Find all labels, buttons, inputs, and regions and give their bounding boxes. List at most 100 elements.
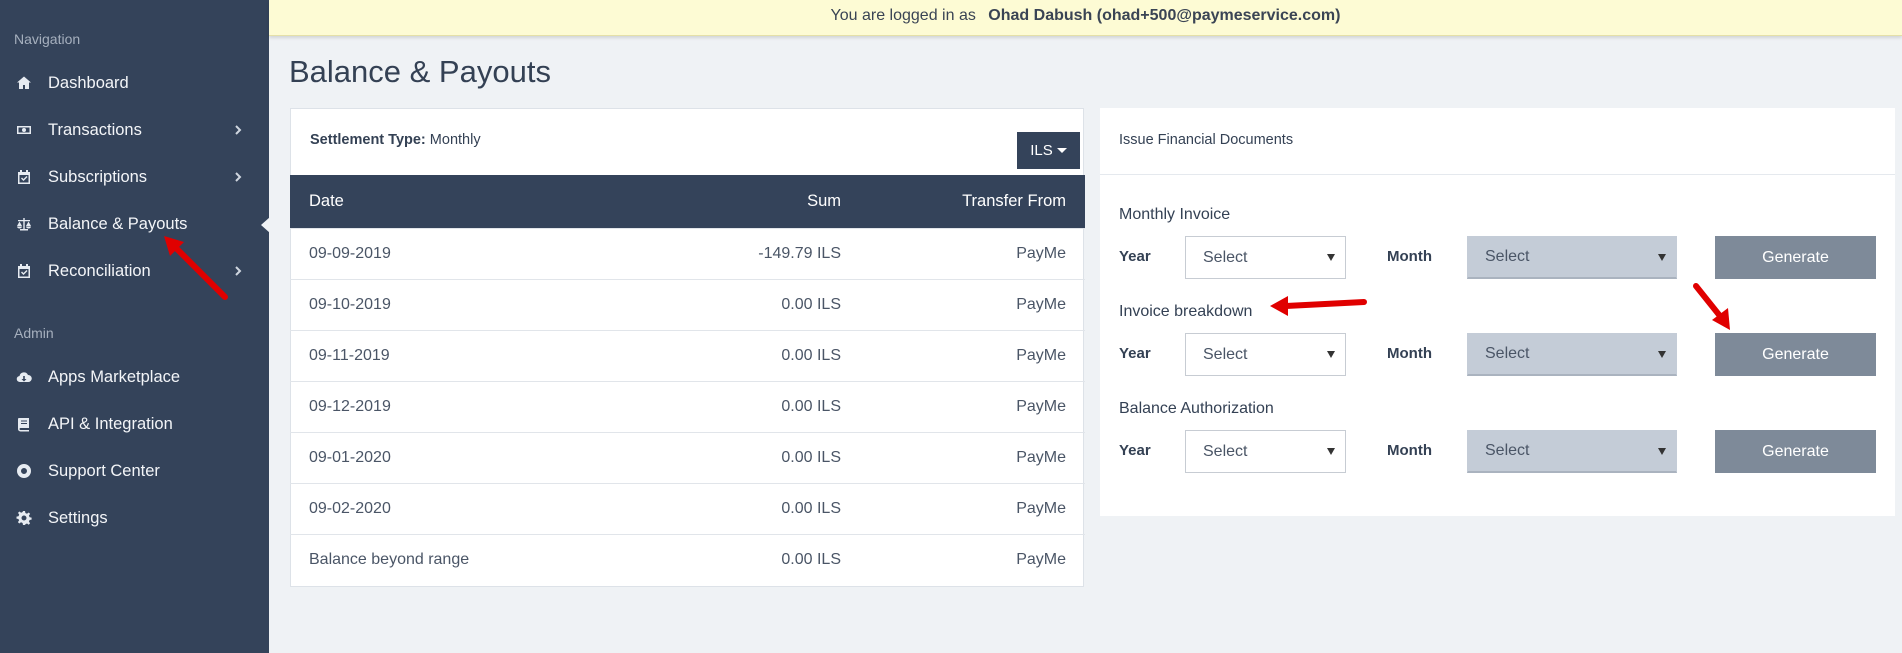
select-value: Select (1203, 442, 1248, 460)
monthly-invoice-generate-button[interactable]: Generate (1715, 236, 1876, 279)
active-indicator (261, 217, 270, 233)
cell-sum: 0.00 ILS (620, 482, 860, 534)
cell-transfer-from: PayMe (860, 227, 1085, 279)
section-title-balance-authorization: Balance Authorization (1119, 400, 1274, 417)
balance-authorization-month-select[interactable]: Select (1467, 430, 1677, 473)
table-row: 09-02-2020 0.00 ILS PayMe (290, 482, 1085, 534)
cloud-download-icon (15, 368, 33, 386)
table-header-row: Date Sum Transfer From (290, 175, 1085, 228)
table-row: 09-09-2019 -149.79 ILS PayMe (290, 227, 1085, 279)
chevron-right-icon (231, 264, 245, 278)
monthly-invoice-year-select[interactable]: Select (1185, 236, 1346, 279)
settlement-type: Settlement Type: Monthly (310, 132, 481, 148)
invoice-breakdown-generate-button[interactable]: Generate (1715, 333, 1876, 376)
balance-panel: Settlement Type: Monthly ILS Date Sum Tr… (290, 108, 1085, 587)
invoice-breakdown-month-select[interactable]: Select (1467, 333, 1677, 376)
book-icon (15, 415, 33, 433)
scale-icon (15, 215, 33, 233)
monthly-invoice-month-select[interactable]: Select (1467, 236, 1677, 279)
year-label: Year (1119, 248, 1151, 265)
sidebar-item-label: API & Integration (48, 414, 173, 433)
balance-authorization-generate-button[interactable]: Generate (1715, 430, 1876, 473)
sidebar-item-subscriptions[interactable]: Subscriptions (0, 155, 269, 199)
cell-date: 09-12-2019 (290, 380, 620, 432)
month-label: Month (1387, 442, 1432, 459)
year-label: Year (1119, 442, 1151, 459)
dropdown-arrow-icon (1327, 254, 1335, 261)
invoice-breakdown-year-select[interactable]: Select (1185, 333, 1346, 376)
select-value: Select (1203, 345, 1248, 363)
sidebar-item-label: Dashboard (48, 73, 129, 92)
page-title: Balance & Payouts (289, 54, 551, 89)
login-banner: You are logged in as Ohad Dabush (ohad+5… (269, 0, 1902, 36)
cell-sum: 0.00 ILS (620, 278, 860, 330)
cell-date: 09-10-2019 (290, 278, 620, 330)
select-value: Select (1485, 248, 1530, 265)
balance-table: Date Sum Transfer From 09-09-2019 -149.79… (290, 175, 1085, 585)
table-row: 09-11-2019 0.00 ILS PayMe (290, 329, 1085, 381)
cell-transfer-from: PayMe (860, 278, 1085, 330)
logged-in-user: Ohad Dabush (ohad+500@paymeservice.com) (988, 7, 1341, 24)
sidebar: Navigation Dashboard Transactions Subscr… (0, 0, 270, 653)
table-row: 09-01-2020 0.00 ILS PayMe (290, 431, 1085, 483)
sidebar-item-api-integration[interactable]: API & Integration (0, 402, 269, 446)
sidebar-item-label: Settings (48, 508, 108, 527)
settlement-type-value: Monthly (429, 132, 481, 148)
month-label: Month (1387, 345, 1432, 362)
financial-documents-panel: Issue Financial Documents Monthly Invoic… (1100, 108, 1895, 516)
cell-date: 09-02-2020 (290, 482, 620, 534)
cell-date: 09-11-2019 (290, 329, 620, 381)
admin-heading: Admin (14, 325, 54, 341)
chevron-right-icon (231, 170, 245, 184)
sidebar-item-dashboard[interactable]: Dashboard (0, 61, 269, 105)
table-row: 09-10-2019 0.00 ILS PayMe (290, 278, 1085, 330)
sidebar-item-settings[interactable]: Settings (0, 496, 269, 540)
dropdown-arrow-icon (1658, 254, 1666, 261)
select-value: Select (1485, 345, 1530, 362)
sidebar-item-transactions[interactable]: Transactions (0, 108, 269, 152)
dropdown-arrow-icon (1658, 448, 1666, 455)
sidebar-item-reconciliation[interactable]: Reconciliation (0, 249, 269, 293)
cell-sum: 0.00 ILS (620, 380, 860, 432)
sidebar-item-support-center[interactable]: Support Center (0, 449, 269, 493)
year-label: Year (1119, 345, 1151, 362)
column-header-date[interactable]: Date (290, 175, 620, 228)
cell-sum: 0.00 ILS (620, 329, 860, 381)
section-title-invoice-breakdown: Invoice breakdown (1119, 303, 1253, 320)
table-row: Balance beyond range 0.00 ILS PayMe (290, 533, 1085, 585)
sidebar-item-label: Reconciliation (48, 261, 151, 280)
cell-transfer-from: PayMe (860, 329, 1085, 381)
cell-sum: -149.79 ILS (620, 227, 860, 279)
sidebar-item-apps-marketplace[interactable]: Apps Marketplace (0, 355, 269, 399)
cell-sum: 0.00 ILS (620, 533, 860, 585)
nav-heading: Navigation (14, 31, 81, 47)
chevron-right-icon (231, 123, 245, 137)
column-header-transfer-from[interactable]: Transfer From (860, 175, 1085, 228)
sidebar-item-balance-payouts[interactable]: Balance & Payouts (0, 202, 269, 246)
currency-dropdown-button[interactable]: ILS (1017, 132, 1080, 169)
sidebar-item-label: Subscriptions (48, 167, 148, 186)
dropdown-arrow-icon (1327, 448, 1335, 455)
cell-date: 09-09-2019 (290, 227, 620, 279)
settlement-type-label: Settlement Type: (310, 132, 426, 148)
login-banner-prefix: You are logged in as (830, 7, 976, 24)
balance-authorization-year-select[interactable]: Select (1185, 430, 1346, 473)
select-value: Select (1485, 442, 1530, 459)
lifebuoy-icon (15, 462, 33, 480)
section-title-monthly-invoice: Monthly Invoice (1119, 206, 1231, 223)
cell-date: 09-01-2020 (290, 431, 620, 483)
sidebar-item-label: Transactions (48, 120, 142, 139)
cell-transfer-from: PayMe (860, 380, 1085, 432)
cell-sum: 0.00 ILS (620, 431, 860, 483)
cell-transfer-from: PayMe (860, 482, 1085, 534)
sidebar-item-label: Apps Marketplace (48, 367, 181, 386)
dropdown-arrow-icon (1327, 351, 1335, 358)
month-label: Month (1387, 248, 1432, 265)
panel-title: Issue Financial Documents (1119, 132, 1294, 148)
currency-label: ILS (1030, 142, 1053, 159)
gear-icon (15, 509, 33, 527)
cell-transfer-from: PayMe (860, 431, 1085, 483)
table-row: 09-12-2019 0.00 ILS PayMe (290, 380, 1085, 432)
column-header-sum[interactable]: Sum (620, 175, 860, 228)
divider (1100, 174, 1895, 175)
